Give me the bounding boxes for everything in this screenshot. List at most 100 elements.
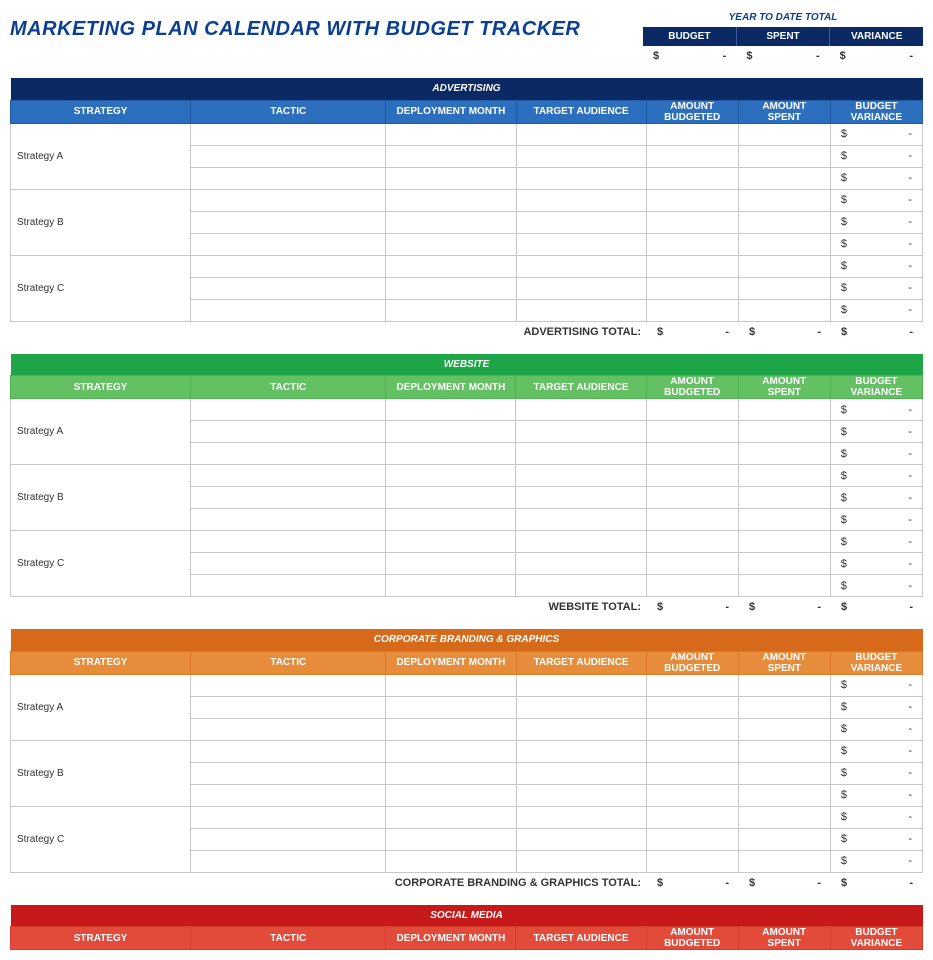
data-cell[interactable]: [738, 553, 830, 575]
data-cell[interactable]: [386, 740, 516, 762]
data-cell[interactable]: [386, 167, 516, 189]
data-cell[interactable]: [516, 762, 646, 784]
data-cell[interactable]: [516, 465, 646, 487]
data-cell[interactable]: [738, 575, 830, 597]
data-cell[interactable]: [646, 399, 738, 421]
data-cell[interactable]: [191, 443, 386, 465]
data-cell[interactable]: [516, 509, 646, 531]
data-cell[interactable]: [516, 123, 646, 145]
data-cell[interactable]: [738, 421, 830, 443]
data-cell[interactable]: [646, 718, 738, 740]
data-cell[interactable]: [386, 233, 516, 255]
data-cell[interactable]: [516, 443, 646, 465]
data-cell[interactable]: [386, 465, 516, 487]
data-cell[interactable]: [386, 211, 516, 233]
data-cell[interactable]: [516, 299, 646, 321]
data-cell[interactable]: [191, 850, 386, 872]
data-cell[interactable]: [516, 421, 646, 443]
data-cell[interactable]: [646, 211, 738, 233]
data-cell[interactable]: [738, 718, 830, 740]
data-cell[interactable]: [191, 255, 386, 277]
data-cell[interactable]: [516, 553, 646, 575]
data-cell[interactable]: [738, 233, 830, 255]
data-cell[interactable]: [646, 784, 738, 806]
data-cell[interactable]: [738, 509, 830, 531]
data-cell[interactable]: [738, 443, 830, 465]
data-cell[interactable]: [646, 696, 738, 718]
data-cell[interactable]: [191, 531, 386, 553]
data-cell[interactable]: [646, 806, 738, 828]
data-cell[interactable]: [386, 674, 516, 696]
data-cell[interactable]: [738, 674, 830, 696]
data-cell[interactable]: [516, 828, 646, 850]
data-cell[interactable]: [386, 762, 516, 784]
data-cell[interactable]: [738, 277, 830, 299]
data-cell[interactable]: [516, 211, 646, 233]
data-cell[interactable]: [191, 487, 386, 509]
data-cell[interactable]: [191, 167, 386, 189]
data-cell[interactable]: [516, 145, 646, 167]
data-cell[interactable]: [386, 487, 516, 509]
data-cell[interactable]: [386, 850, 516, 872]
data-cell[interactable]: [386, 784, 516, 806]
data-cell[interactable]: [738, 189, 830, 211]
data-cell[interactable]: [386, 828, 516, 850]
data-cell[interactable]: [738, 487, 830, 509]
data-cell[interactable]: [516, 696, 646, 718]
data-cell[interactable]: [191, 718, 386, 740]
data-cell[interactable]: [191, 211, 386, 233]
data-cell[interactable]: [738, 123, 830, 145]
data-cell[interactable]: [386, 575, 516, 597]
data-cell[interactable]: [516, 189, 646, 211]
data-cell[interactable]: [191, 399, 386, 421]
data-cell[interactable]: [646, 762, 738, 784]
data-cell[interactable]: [646, 531, 738, 553]
data-cell[interactable]: [386, 277, 516, 299]
data-cell[interactable]: [516, 718, 646, 740]
data-cell[interactable]: [646, 123, 738, 145]
data-cell[interactable]: [516, 740, 646, 762]
data-cell[interactable]: [646, 299, 738, 321]
data-cell[interactable]: [516, 233, 646, 255]
data-cell[interactable]: [386, 421, 516, 443]
data-cell[interactable]: [646, 850, 738, 872]
data-cell[interactable]: [386, 145, 516, 167]
data-cell[interactable]: [738, 299, 830, 321]
data-cell[interactable]: [738, 465, 830, 487]
data-cell[interactable]: [191, 233, 386, 255]
data-cell[interactable]: [516, 487, 646, 509]
data-cell[interactable]: [191, 465, 386, 487]
data-cell[interactable]: [386, 531, 516, 553]
data-cell[interactable]: [646, 487, 738, 509]
data-cell[interactable]: [191, 189, 386, 211]
data-cell[interactable]: [738, 784, 830, 806]
data-cell[interactable]: [191, 123, 386, 145]
data-cell[interactable]: [386, 718, 516, 740]
data-cell[interactable]: [738, 145, 830, 167]
data-cell[interactable]: [516, 255, 646, 277]
data-cell[interactable]: [646, 674, 738, 696]
data-cell[interactable]: [386, 509, 516, 531]
data-cell[interactable]: [386, 806, 516, 828]
data-cell[interactable]: [516, 806, 646, 828]
data-cell[interactable]: [191, 575, 386, 597]
data-cell[interactable]: [738, 696, 830, 718]
data-cell[interactable]: [191, 509, 386, 531]
data-cell[interactable]: [738, 255, 830, 277]
data-cell[interactable]: [191, 421, 386, 443]
data-cell[interactable]: [646, 553, 738, 575]
data-cell[interactable]: [386, 553, 516, 575]
data-cell[interactable]: [191, 784, 386, 806]
data-cell[interactable]: [191, 740, 386, 762]
data-cell[interactable]: [646, 575, 738, 597]
data-cell[interactable]: [516, 850, 646, 872]
data-cell[interactable]: [191, 828, 386, 850]
data-cell[interactable]: [646, 167, 738, 189]
data-cell[interactable]: [191, 145, 386, 167]
data-cell[interactable]: [191, 762, 386, 784]
data-cell[interactable]: [646, 277, 738, 299]
data-cell[interactable]: [191, 277, 386, 299]
data-cell[interactable]: [191, 553, 386, 575]
data-cell[interactable]: [738, 167, 830, 189]
data-cell[interactable]: [191, 696, 386, 718]
